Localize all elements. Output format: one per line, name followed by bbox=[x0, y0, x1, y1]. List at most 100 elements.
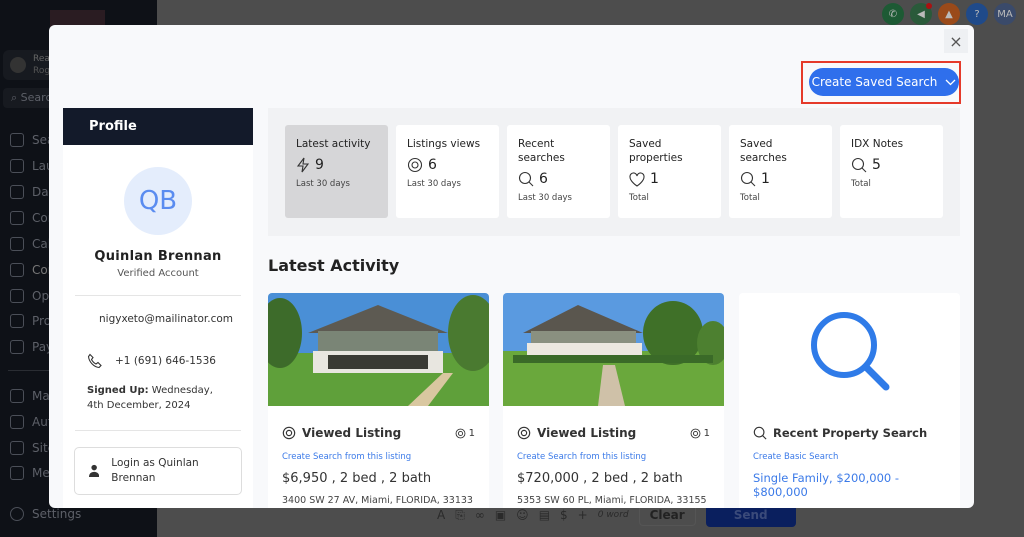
emoji-icon[interactable]: ☺ bbox=[516, 508, 529, 522]
stat-title: Recent searches bbox=[518, 138, 565, 164]
create-saved-search-button[interactable]: Create Saved Search bbox=[809, 68, 959, 96]
profile-panel: Profile QB Quinlan Brennan Verified Acco… bbox=[63, 108, 253, 508]
stat-sub: Total bbox=[629, 193, 649, 203]
stat-value: 1 bbox=[650, 171, 659, 187]
stat-sub: Last 30 days bbox=[518, 193, 572, 203]
signed-up-label: Signed Up: bbox=[87, 385, 149, 396]
stat-sub: Last 30 days bbox=[407, 179, 461, 189]
search-icon bbox=[518, 171, 534, 187]
text-format-icon[interactable]: A bbox=[437, 508, 445, 522]
stat-title: Latest activity bbox=[296, 138, 371, 150]
search-illustration-icon bbox=[811, 312, 890, 391]
stat-value: 6 bbox=[428, 157, 437, 173]
email[interactable]: nigyxeto@mailinator.com bbox=[99, 313, 233, 325]
phone-row: +1 (691) 646-1536 bbox=[63, 353, 253, 369]
close-icon: × bbox=[949, 31, 963, 51]
activity-card[interactable]: Viewed Listing 1 Create Search from this… bbox=[268, 293, 489, 508]
create-saved-search-label: Create Saved Search bbox=[811, 75, 938, 89]
stat-saved-properties[interactable]: Saved properties 1 Total bbox=[618, 125, 721, 218]
account-icon bbox=[10, 57, 26, 73]
stat-saved-searches[interactable]: Saved searches 1 Total bbox=[729, 125, 832, 218]
stat-recent-searches[interactable]: Recent searches 6 Last 30 days bbox=[507, 125, 610, 218]
activity-card[interactable]: Viewed Listing 1 Create Search from this… bbox=[503, 293, 724, 508]
listing-summary: $720,000 , 2 bed , 2 bath bbox=[517, 471, 683, 486]
create-search-link[interactable]: Create Search from this listing bbox=[503, 452, 724, 462]
search-icon bbox=[851, 157, 867, 173]
divider bbox=[75, 430, 241, 431]
eye-icon bbox=[517, 426, 531, 440]
create-search-link[interactable]: Create Search from this listing bbox=[268, 452, 489, 462]
stat-latest-activity[interactable]: Latest activity 9 Last 30 days bbox=[285, 125, 388, 218]
document-icon[interactable]: ▤ bbox=[539, 508, 550, 522]
listing-photo bbox=[503, 293, 724, 406]
eye-icon bbox=[282, 426, 296, 440]
activity-type: Viewed Listing bbox=[537, 426, 637, 440]
membership-icon bbox=[10, 466, 24, 480]
stat-value: 9 bbox=[315, 157, 324, 173]
bell-icon[interactable]: ▲ bbox=[938, 3, 960, 25]
gear-icon bbox=[10, 507, 24, 521]
dashboard-icon bbox=[10, 185, 24, 199]
chat-icon bbox=[10, 211, 24, 225]
stat-title: Listings views bbox=[407, 138, 481, 150]
rocket-icon bbox=[10, 159, 24, 173]
user-avatar[interactable]: MA bbox=[994, 3, 1016, 25]
chevron-down-icon bbox=[945, 79, 956, 85]
plus-icon[interactable]: + bbox=[578, 508, 588, 522]
search-icon bbox=[753, 426, 767, 440]
stat-title: Saved searches bbox=[740, 138, 787, 164]
create-basic-search-link[interactable]: Create Basic Search bbox=[739, 452, 960, 462]
activity-panel: Latest activity 9 Last 30 days Listings … bbox=[268, 108, 960, 508]
link-icon[interactable]: ∞ bbox=[475, 508, 485, 522]
dollar-icon[interactable]: $ bbox=[560, 508, 568, 522]
eye-icon bbox=[690, 428, 701, 438]
search-criteria-link[interactable]: Single Family, $200,000 - $800,000 bbox=[739, 471, 960, 499]
stat-value: 6 bbox=[539, 171, 548, 187]
stat-sub: Total bbox=[740, 193, 760, 203]
activity-type: Viewed Listing bbox=[302, 426, 402, 440]
login-as-button[interactable]: Login as Quinlan Brennan bbox=[74, 447, 242, 495]
word-count: 0 word bbox=[597, 510, 629, 520]
signed-up: Signed Up: Wednesday, 4th December, 2024 bbox=[63, 383, 253, 413]
latest-activity-heading: Latest Activity bbox=[268, 256, 400, 275]
lightning-icon bbox=[296, 157, 310, 173]
activity-type: Recent Property Search bbox=[773, 426, 928, 440]
phone-icon[interactable]: ✆ bbox=[882, 3, 904, 25]
stats-row: Latest activity 9 Last 30 days Listings … bbox=[268, 108, 960, 236]
contacts-icon bbox=[10, 263, 24, 277]
listing-address: 5353 SW 60 PL, Miami, FLORIDA, 33155 bbox=[517, 495, 707, 506]
attachment-icon[interactable]: ⎘ bbox=[455, 508, 465, 523]
view-count-value: 1 bbox=[468, 427, 475, 439]
divider bbox=[75, 295, 241, 296]
payments-icon bbox=[10, 340, 24, 354]
search-icon: ⌕ bbox=[11, 91, 21, 104]
stat-idx-notes[interactable]: IDX Notes 5 Total bbox=[840, 125, 943, 218]
stat-value: 1 bbox=[761, 171, 770, 187]
calendar-icon bbox=[10, 237, 24, 251]
image-icon[interactable]: ▣ bbox=[495, 508, 506, 522]
view-count: 1 bbox=[455, 428, 475, 439]
stat-listings-views[interactable]: Listings views 6 Last 30 days bbox=[396, 125, 499, 218]
phone[interactable]: +1 (691) 646-1536 bbox=[115, 355, 216, 367]
help-icon[interactable]: ? bbox=[966, 3, 988, 25]
listing-photo bbox=[268, 293, 489, 406]
stat-sub: Last 30 days bbox=[296, 179, 350, 189]
phone-icon bbox=[87, 353, 102, 369]
eye-icon bbox=[455, 428, 466, 438]
contact-name: Quinlan Brennan bbox=[94, 249, 222, 264]
sites-icon bbox=[10, 441, 24, 455]
close-button[interactable]: × bbox=[944, 29, 968, 53]
sidebar-item-label: Settings bbox=[32, 507, 82, 521]
login-as-label: Login as Quinlan Brennan bbox=[111, 457, 199, 484]
stat-title: IDX Notes bbox=[851, 138, 904, 150]
megaphone-icon[interactable]: ◀ bbox=[910, 3, 932, 25]
profile-header: Profile bbox=[63, 108, 253, 145]
activity-card[interactable]: Recent Property Search Create Basic Sear… bbox=[739, 293, 960, 508]
avatar: QB bbox=[124, 167, 192, 235]
sparkle-icon bbox=[10, 133, 24, 147]
send-icon bbox=[10, 389, 24, 403]
stat-title: Saved properties bbox=[629, 138, 683, 164]
automation-icon bbox=[10, 415, 24, 429]
opportunities-icon bbox=[10, 289, 24, 303]
sidebar-item-settings[interactable]: Settings bbox=[10, 507, 81, 521]
